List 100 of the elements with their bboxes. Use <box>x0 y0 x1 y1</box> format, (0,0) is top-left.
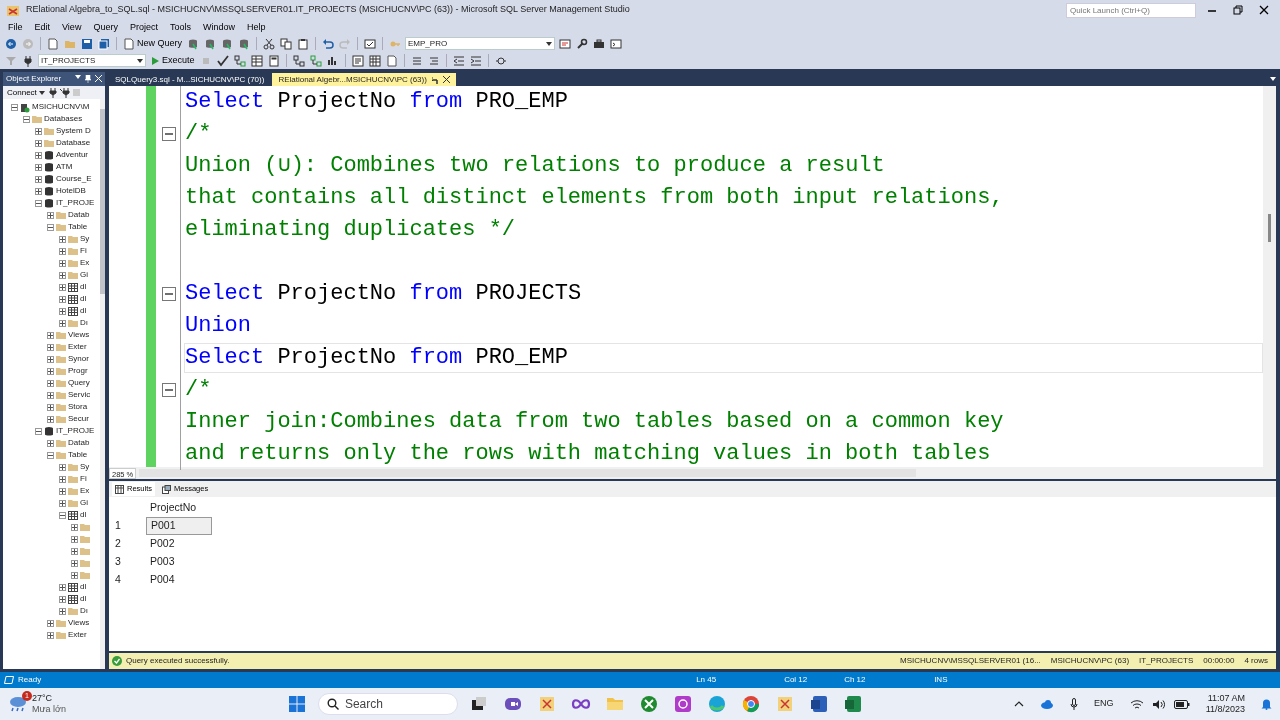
chart-icon[interactable] <box>326 54 339 67</box>
tree-item-label[interactable]: Synor <box>68 353 89 365</box>
menu-item[interactable]: Help <box>240 20 272 35</box>
grid-icon[interactable] <box>250 54 263 67</box>
expander-toggle[interactable] <box>59 463 66 471</box>
database-icon[interactable] <box>204 37 216 50</box>
copy-icon[interactable] <box>280 37 292 50</box>
horizontal-scrollbar[interactable] <box>139 469 916 477</box>
new-file-icon[interactable] <box>47 37 59 50</box>
tree-item-label[interactable]: Dı <box>80 605 88 617</box>
expander-toggle[interactable] <box>47 439 54 447</box>
collapse-toggle[interactable] <box>161 287 176 301</box>
calculator-icon[interactable] <box>267 54 280 67</box>
battery-icon[interactable] <box>1173 699 1190 709</box>
expander-toggle[interactable] <box>35 187 42 195</box>
expander-toggle[interactable] <box>47 379 54 387</box>
document-tab[interactable]: RElational Algebr...MSICHUCNV\PC (63)) <box>272 73 456 86</box>
back-icon[interactable] <box>5 37 17 50</box>
table-cell[interactable]: P002 <box>146 535 212 553</box>
caret-icon[interactable] <box>1270 77 1276 82</box>
plug-icon[interactable] <box>22 54 34 67</box>
tree-item-label[interactable]: Dı <box>80 317 88 329</box>
expander-toggle[interactable] <box>59 511 66 519</box>
menu-item[interactable]: Tools <box>163 20 197 35</box>
expander-toggle[interactable] <box>71 559 78 567</box>
plan-icon[interactable] <box>292 54 305 67</box>
tree-item-label[interactable]: ATM <box>56 161 73 173</box>
expander-toggle[interactable] <box>71 535 78 543</box>
weather-condition[interactable]: Mưa lớn <box>32 704 66 715</box>
new-query-button[interactable]: New Query <box>122 36 183 51</box>
save-icon[interactable] <box>81 37 93 50</box>
tree-item-label[interactable]: Gi <box>80 269 88 281</box>
tree-item-label[interactable]: dl <box>80 509 87 521</box>
collapse-toggle[interactable] <box>161 127 176 141</box>
tree-item-label[interactable]: Databases <box>44 113 83 125</box>
properties-icon[interactable] <box>559 37 571 50</box>
expander-toggle[interactable] <box>59 295 66 303</box>
toolbox-icon[interactable] <box>593 37 605 50</box>
file-results-icon[interactable] <box>385 54 398 67</box>
expander-toggle[interactable] <box>59 259 66 267</box>
tree-item-label[interactable]: Fi <box>80 473 87 485</box>
menu-item[interactable]: Edit <box>28 20 57 35</box>
expander-toggle[interactable] <box>35 199 42 207</box>
expander-toggle[interactable] <box>59 271 66 279</box>
start-icon[interactable] <box>286 694 307 714</box>
expander-toggle[interactable] <box>47 451 54 459</box>
expander-toggle[interactable] <box>35 427 42 435</box>
menu-item[interactable]: View <box>56 20 88 35</box>
microphone-icon[interactable] <box>1070 698 1079 710</box>
database-icon[interactable] <box>187 37 199 50</box>
chevron-up-icon[interactable] <box>1014 700 1025 708</box>
weather-temperature[interactable]: 27°C <box>32 693 66 704</box>
table-cell[interactable]: P001 <box>146 517 212 535</box>
indent-icon[interactable] <box>469 54 482 67</box>
tree-item-label[interactable]: Course_E <box>56 173 92 185</box>
database-icon[interactable] <box>221 37 233 50</box>
undo-icon[interactable] <box>322 37 334 50</box>
collapse-toggle[interactable] <box>161 383 176 397</box>
document-tab[interactable]: SQLQuery3.sql - M...SICHUCNV\PC (70)) <box>109 73 271 86</box>
expander-toggle[interactable] <box>59 283 66 291</box>
expander-toggle[interactable] <box>35 175 42 183</box>
expander-toggle[interactable] <box>47 631 54 639</box>
tree-item-label[interactable]: Datab <box>68 209 90 221</box>
check-icon[interactable] <box>216 54 229 67</box>
expander-toggle[interactable] <box>59 583 66 591</box>
bell-icon[interactable] <box>1261 698 1272 710</box>
tree-item-label[interactable]: IT_PROJE <box>56 197 95 209</box>
cloud-icon[interactable] <box>1040 699 1055 709</box>
tree-item-label[interactable]: Views <box>68 617 90 629</box>
expander-toggle[interactable] <box>59 247 66 255</box>
database-icon[interactable] <box>238 37 250 50</box>
tree-item-label[interactable]: dl <box>80 581 87 593</box>
expander-toggle[interactable] <box>59 235 66 243</box>
tree-item-label[interactable]: dl <box>80 281 87 293</box>
uncomment-icon[interactable] <box>427 54 440 67</box>
expander-toggle[interactable] <box>59 499 66 507</box>
tree-item-label[interactable]: Table <box>68 221 88 233</box>
swirl-app-icon[interactable] <box>672 694 693 714</box>
expander-toggle[interactable] <box>23 115 30 123</box>
expander-toggle[interactable] <box>35 127 42 135</box>
clock-date[interactable]: 11/8/2023 <box>1205 704 1245 715</box>
browser-icon[interactable] <box>740 694 761 714</box>
paste-icon[interactable] <box>297 37 309 50</box>
execute-button[interactable]: Execute <box>149 53 196 68</box>
expander-toggle[interactable] <box>59 307 66 315</box>
tree-item-label[interactable]: Progr <box>68 365 88 377</box>
database-dropdown[interactable]: IT_PROJECTS <box>38 54 146 67</box>
tree-item-label[interactable]: Sy <box>80 461 90 473</box>
expander-toggle[interactable] <box>71 523 78 531</box>
expander-toggle[interactable] <box>47 355 54 363</box>
expander-toggle[interactable] <box>35 151 42 159</box>
expander-toggle[interactable] <box>47 367 54 375</box>
speaker-icon[interactable] <box>1151 698 1166 710</box>
tree-item-label[interactable]: Table <box>68 449 88 461</box>
tree-item-label[interactable]: Stora <box>68 401 88 413</box>
tree-item-label[interactable]: Database <box>56 137 91 149</box>
expander-toggle[interactable] <box>47 391 54 399</box>
document-app-icon[interactable] <box>808 694 829 714</box>
clock-time[interactable]: 11:07 AM <box>1207 693 1245 704</box>
disconnect-icon[interactable] <box>59 87 70 98</box>
